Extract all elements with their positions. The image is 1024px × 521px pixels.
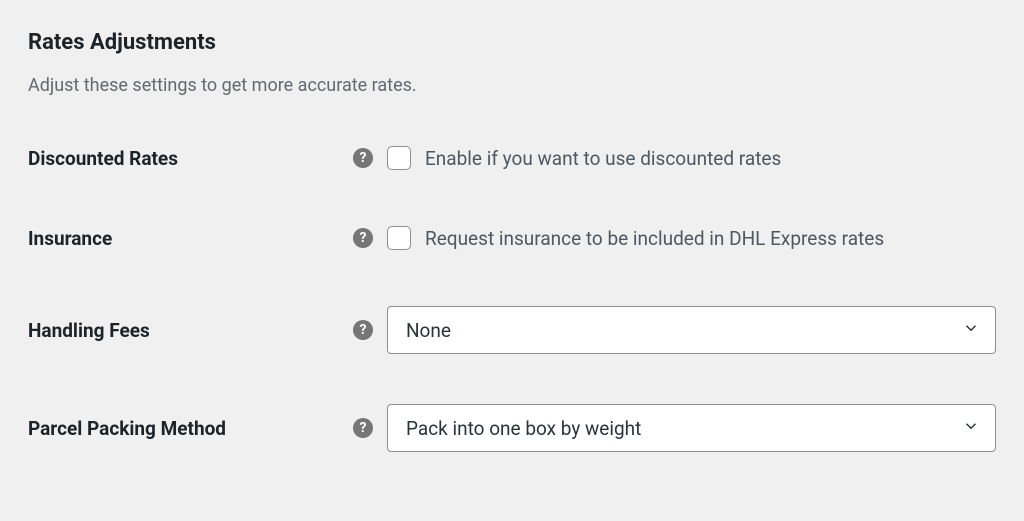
discounted-rates-checkbox[interactable] [387,146,411,170]
help-icon[interactable]: ? [353,148,373,168]
control-handling-fees: ? None [353,306,996,354]
parcel-packing-select-wrap: Pack into one box by weight [387,404,996,452]
insurance-checkbox-label[interactable]: Request insurance to be included in DHL … [425,227,884,250]
section-title: Rates Adjustments [28,30,996,55]
control-insurance: ? Request insurance to be included in DH… [353,226,996,250]
row-insurance: Insurance ? Request insurance to be incl… [28,226,996,250]
insurance-checkbox[interactable] [387,226,411,250]
row-discounted-rates: Discounted Rates ? Enable if you want to… [28,146,996,170]
label-discounted-rates: Discounted Rates [28,147,353,170]
label-handling-fees: Handling Fees [28,319,353,342]
handling-fees-select-wrap: None [387,306,996,354]
label-parcel-packing: Parcel Packing Method [28,417,353,440]
help-icon[interactable]: ? [353,228,373,248]
help-icon[interactable]: ? [353,418,373,438]
label-insurance: Insurance [28,227,353,250]
row-parcel-packing: Parcel Packing Method ? Pack into one bo… [28,404,996,452]
handling-fees-select[interactable]: None [387,306,996,354]
row-handling-fees: Handling Fees ? None [28,306,996,354]
control-parcel-packing: ? Pack into one box by weight [353,404,996,452]
discounted-rates-checkbox-label[interactable]: Enable if you want to use discounted rat… [425,147,781,170]
control-discounted-rates: ? Enable if you want to use discounted r… [353,146,996,170]
parcel-packing-select[interactable]: Pack into one box by weight [387,404,996,452]
section-description: Adjust these settings to get more accura… [28,75,996,96]
help-icon[interactable]: ? [353,320,373,340]
